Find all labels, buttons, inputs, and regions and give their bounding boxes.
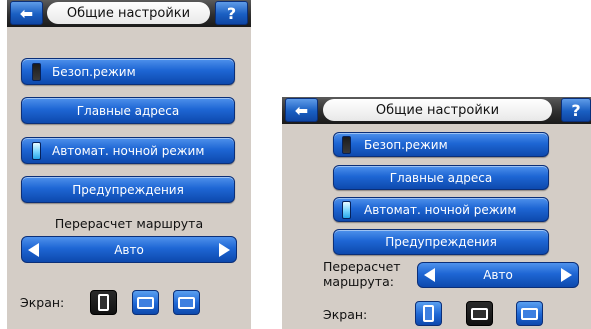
arrow-left-icon: ⬅ [294, 100, 309, 120]
safe-mode-button[interactable]: Безоп.режим [21, 58, 235, 85]
route-recalc-label-line2: маршрута: [323, 274, 394, 289]
night-mode-button[interactable]: Автомат. ночной режим [21, 137, 235, 164]
toggle-icon[interactable] [342, 200, 351, 219]
back-button[interactable]: ⬅ [285, 98, 318, 122]
toggle-icon[interactable] [32, 62, 41, 81]
arrow-right-triangle-icon[interactable] [561, 268, 572, 282]
screen-landscape-icon [471, 307, 488, 320]
route-recalc-value: Авто [114, 242, 144, 257]
screen-portrait-button[interactable] [90, 290, 117, 315]
arrow-right-triangle-icon[interactable] [219, 242, 230, 257]
page-title: Общие настройки [47, 2, 210, 24]
back-button[interactable]: ⬅ [10, 1, 43, 25]
main-addresses-label: Главные адреса [389, 170, 493, 185]
question-icon: ? [226, 3, 237, 23]
arrow-left-triangle-icon[interactable] [28, 242, 39, 257]
main-addresses-button[interactable]: Главные адреса [333, 165, 549, 190]
screen-portrait-icon [98, 294, 109, 311]
title-bar: ⬅ Общие настройки ? [7, 0, 251, 27]
warnings-button[interactable]: Предупреждения [21, 176, 235, 203]
title-bar: ⬅ Общие настройки ? [282, 97, 591, 124]
warnings-label: Предупреждения [385, 235, 497, 249]
route-recalc-selector[interactable]: Авто [417, 262, 579, 288]
night-mode-button[interactable]: Автомат. ночной режим [333, 197, 549, 222]
night-mode-label: Автомат. ночной режим [364, 202, 517, 217]
safe-mode-label: Безоп.режим [364, 137, 448, 152]
screen-landscape-button[interactable] [132, 290, 159, 315]
screen-label: Экран: [20, 295, 65, 310]
route-recalc-label: Перерасчет маршрута [54, 216, 204, 231]
screen-landscape-alt-button[interactable] [516, 301, 543, 326]
screen-landscape-icon [137, 296, 154, 309]
arrow-left-triangle-icon[interactable] [424, 268, 435, 282]
screen-landscape-icon [521, 307, 538, 320]
main-addresses-label: Главные адреса [76, 103, 180, 118]
arrow-left-icon: ⬅ [19, 3, 34, 23]
safe-mode-button[interactable]: Безоп.режим [333, 132, 549, 157]
page-title: Общие настройки [323, 99, 552, 121]
warnings-label: Предупреждения [72, 182, 184, 197]
route-recalc-label-line1: Перерасчет [323, 259, 401, 274]
safe-mode-label: Безоп.режим [52, 64, 136, 79]
settings-panel-portrait: ⬅ Общие настройки ? Безоп.режим Главные … [7, 0, 251, 329]
question-icon: ? [571, 100, 581, 120]
screen-landscape-button[interactable] [466, 301, 493, 326]
night-mode-label: Автомат. ночной режим [52, 143, 205, 158]
help-button[interactable]: ? [215, 1, 248, 25]
route-recalc-value: Авто [483, 268, 513, 282]
screen-label: Экран: [323, 307, 368, 322]
toggle-icon[interactable] [342, 135, 351, 154]
screen-portrait-icon [423, 305, 434, 322]
help-button[interactable]: ? [561, 98, 591, 122]
main-addresses-button[interactable]: Главные адреса [21, 97, 235, 124]
settings-panel-landscape: ⬅ Общие настройки ? Безоп.режим Главные … [282, 97, 591, 329]
route-recalc-label: Перерасчет маршрута: [323, 259, 401, 289]
screen-landscape-alt-button[interactable] [173, 290, 200, 315]
route-recalc-selector[interactable]: Авто [21, 236, 237, 263]
screen-portrait-button[interactable] [415, 301, 442, 326]
screen-landscape-icon [178, 296, 195, 309]
toggle-icon[interactable] [32, 141, 41, 160]
warnings-button[interactable]: Предупреждения [333, 229, 549, 255]
